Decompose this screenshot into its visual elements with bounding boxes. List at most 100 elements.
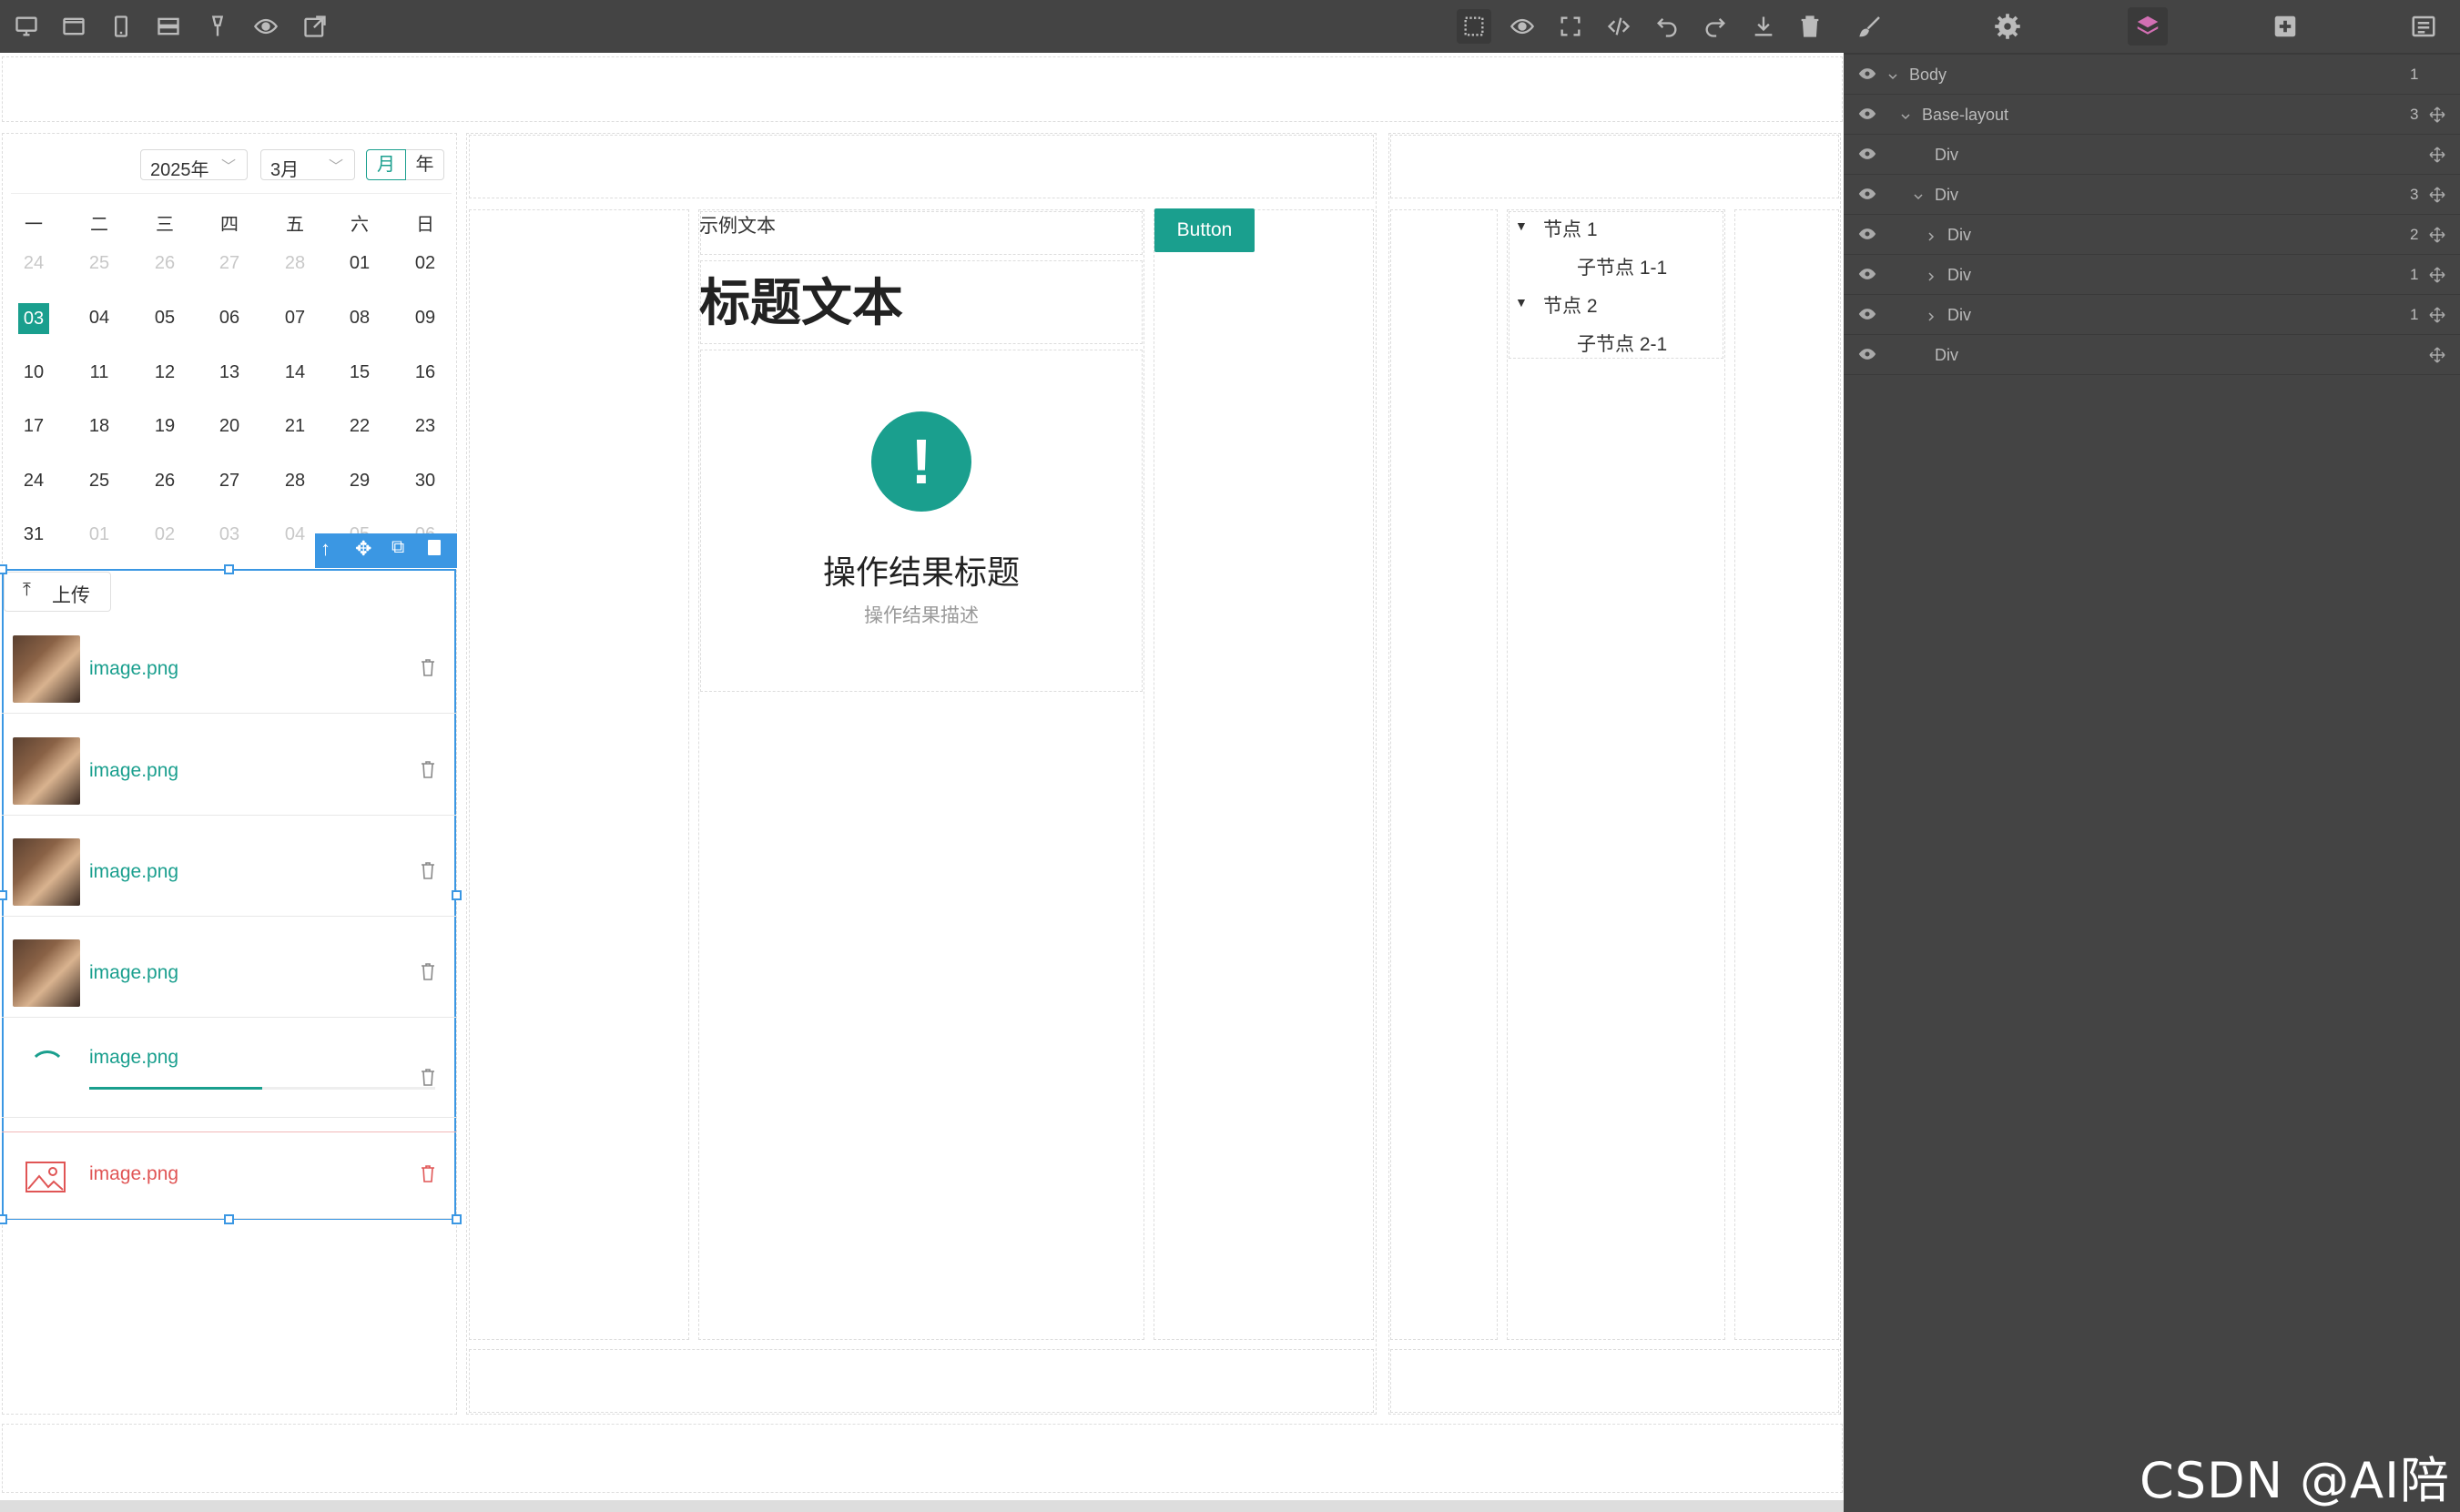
upload-list-item[interactable]: image.png: [2, 728, 456, 816]
layer-row[interactable]: Div 2: [1844, 215, 2460, 255]
calendar-date[interactable]: 30: [407, 471, 443, 492]
calendar-date[interactable]: 21: [277, 416, 313, 437]
visibility-icon[interactable]: [1858, 267, 1876, 283]
right-col-2[interactable]: [1507, 209, 1725, 1340]
visibility-icon[interactable]: [1858, 307, 1876, 323]
undo-icon[interactable]: [1650, 9, 1684, 44]
calendar-date[interactable]: 10: [15, 362, 52, 383]
file-name-link[interactable]: image.png: [89, 1047, 178, 1069]
file-name-link[interactable]: image.png: [89, 658, 178, 680]
layer-row[interactable]: Div: [1844, 135, 2460, 175]
calendar-date[interactable]: 12: [147, 362, 183, 383]
calendar-date[interactable]: 06: [211, 308, 248, 329]
rows-icon[interactable]: [151, 9, 186, 44]
mobile-icon[interactable]: [104, 9, 138, 44]
gear-icon[interactable]: [1987, 7, 2028, 46]
calendar-date[interactable]: 19: [147, 416, 183, 437]
calendar-date[interactable]: 22: [341, 416, 378, 437]
add-block-icon[interactable]: [2265, 7, 2305, 46]
layer-row[interactable]: Base-layout 3: [1844, 95, 2460, 135]
resize-handle[interactable]: [0, 890, 7, 900]
tree-node-2[interactable]: 节点 2: [1543, 291, 1598, 319]
year-select[interactable]: 2025年 ﹀: [140, 149, 248, 180]
open-external-icon[interactable]: [298, 9, 332, 44]
calendar-date[interactable]: 24: [15, 471, 52, 492]
trash-icon[interactable]: [419, 961, 437, 986]
resize-handle[interactable]: [224, 1214, 234, 1224]
trash-icon[interactable]: [419, 657, 437, 682]
caret-down-icon[interactable]: ▼: [1515, 295, 1528, 310]
calendar-date[interactable]: 31: [15, 524, 52, 545]
calendar-date[interactable]: 25: [81, 471, 117, 492]
right-col-1[interactable]: [1390, 209, 1498, 1340]
brush-tip-icon[interactable]: [200, 9, 235, 44]
file-name-link[interactable]: image.png: [89, 760, 178, 782]
mode-year-button[interactable]: 年: [406, 149, 444, 180]
code-icon[interactable]: [1601, 9, 1636, 44]
canvas-scrollbar[interactable]: [0, 1500, 1844, 1512]
move-icon[interactable]: [2428, 226, 2446, 244]
resize-handle[interactable]: [452, 1214, 462, 1224]
upload-list-item[interactable]: image.png: [2, 1131, 456, 1219]
right-header[interactable]: [1390, 135, 1839, 198]
select-box-icon[interactable]: [1457, 9, 1491, 44]
move-icon[interactable]: [2428, 186, 2446, 204]
calendar-date[interactable]: 27: [211, 471, 248, 492]
calendar-date[interactable]: 16: [407, 362, 443, 383]
calendar-date[interactable]: 02: [147, 524, 183, 545]
layers-icon[interactable]: [2128, 7, 2168, 46]
resize-handle[interactable]: [224, 564, 234, 574]
arrow-up-icon[interactable]: ↑: [320, 537, 330, 561]
calendar-date[interactable]: 09: [407, 308, 443, 329]
redo-icon[interactable]: [1698, 9, 1733, 44]
layer-row[interactable]: Div 1: [1844, 255, 2460, 295]
calendar-date[interactable]: 11: [81, 362, 117, 383]
move-icon[interactable]: [2428, 306, 2446, 324]
middle-header[interactable]: [469, 135, 1374, 198]
calendar-date[interactable]: 27: [211, 253, 248, 274]
visibility-icon[interactable]: [1858, 66, 1876, 83]
tree-child-2-1[interactable]: 子节点 2-1: [1577, 330, 1667, 357]
chevron-down-icon[interactable]: [1899, 108, 1912, 121]
file-name-link[interactable]: image.png: [89, 1163, 178, 1185]
move-icon[interactable]: ✥: [355, 537, 371, 561]
result-block[interactable]: [700, 350, 1143, 692]
right-footer[interactable]: [1390, 1349, 1839, 1413]
calendar-date[interactable]: 23: [407, 416, 443, 437]
calendar-date[interactable]: 18: [81, 416, 117, 437]
visibility-icon[interactable]: [1858, 187, 1876, 203]
calendar-date[interactable]: 17: [15, 416, 52, 437]
calendar-date[interactable]: 26: [147, 471, 183, 492]
right-col-3[interactable]: [1734, 209, 1839, 1340]
move-icon[interactable]: [2428, 106, 2446, 124]
calendar-date[interactable]: 25: [81, 253, 117, 274]
move-icon[interactable]: [2428, 266, 2446, 284]
move-icon[interactable]: [2428, 146, 2446, 164]
visibility-icon[interactable]: [1858, 347, 1876, 363]
calendar-date[interactable]: 28: [277, 253, 313, 274]
header-region[interactable]: [2, 56, 1843, 122]
trash-icon[interactable]: [419, 1163, 437, 1188]
tree-node-1[interactable]: 节点 1: [1543, 215, 1598, 242]
layer-row[interactable]: Div 1: [1844, 295, 2460, 335]
brush-icon[interactable]: [1850, 7, 1890, 46]
calendar-date[interactable]: 29: [341, 471, 378, 492]
calendar-date[interactable]: 04: [81, 308, 117, 329]
middle-col-3[interactable]: [1154, 209, 1374, 1340]
delete-icon[interactable]: [428, 540, 441, 555]
calendar-date[interactable]: 03: [18, 303, 49, 334]
visibility-icon[interactable]: [1858, 227, 1876, 243]
calendar-date[interactable]: 01: [81, 524, 117, 545]
chevron-down-icon[interactable]: [1886, 68, 1899, 81]
calendar-date[interactable]: 01: [341, 253, 378, 274]
footer-region[interactable]: [2, 1424, 1843, 1493]
primary-button[interactable]: Button: [1154, 208, 1255, 252]
visibility-icon[interactable]: [1858, 107, 1876, 123]
trash-icon[interactable]: [419, 860, 437, 885]
preview-icon[interactable]: [249, 9, 283, 44]
trash-icon[interactable]: [1793, 9, 1827, 44]
calendar-date[interactable]: 20: [211, 416, 248, 437]
tree-child-1-1[interactable]: 子节点 1-1: [1577, 253, 1667, 280]
mode-month-button[interactable]: 月: [366, 149, 406, 180]
calendar-date[interactable]: 08: [341, 308, 378, 329]
